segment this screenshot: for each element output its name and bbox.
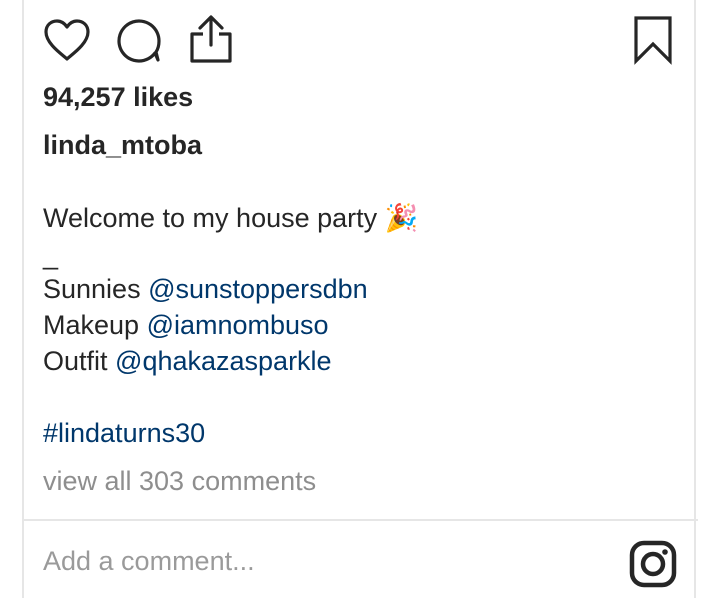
caption-credit-sunnies: Sunnies @sunstoppersdbn: [43, 274, 368, 305]
caption-text: Welcome to my house party: [43, 203, 378, 233]
mention-link[interactable]: @sunstoppersdbn: [148, 274, 368, 304]
view-all-comments-link[interactable]: view all 303 comments: [43, 466, 316, 497]
credit-label: Sunnies: [43, 274, 141, 304]
instagram-icon[interactable]: [629, 540, 677, 588]
mention-link[interactable]: @iamnombuso: [147, 310, 329, 340]
hashtag-link[interactable]: #lindaturns30: [43, 418, 205, 449]
comment-icon[interactable]: [115, 16, 163, 64]
post-username[interactable]: linda_mtoba: [43, 130, 202, 161]
caption-line-1: Welcome to my house party 🎉: [43, 202, 418, 234]
likes-count[interactable]: 94,257 likes: [43, 82, 193, 113]
divider: [22, 519, 698, 521]
caption-separator: _: [43, 240, 59, 270]
caption-credit-outfit: Outfit @qhakazasparkle: [43, 346, 332, 377]
caption-credit-makeup: Makeup @iamnombuso: [43, 310, 329, 341]
credit-label: Outfit: [43, 346, 108, 376]
bookmark-icon[interactable]: [633, 15, 673, 65]
credit-label: Makeup: [43, 310, 140, 340]
mention-link[interactable]: @qhakazasparkle: [115, 346, 332, 376]
party-popper-emoji: 🎉: [384, 203, 419, 233]
share-icon[interactable]: [188, 14, 234, 64]
add-comment-input[interactable]: Add a comment...: [43, 546, 255, 577]
heart-icon[interactable]: [42, 17, 92, 63]
